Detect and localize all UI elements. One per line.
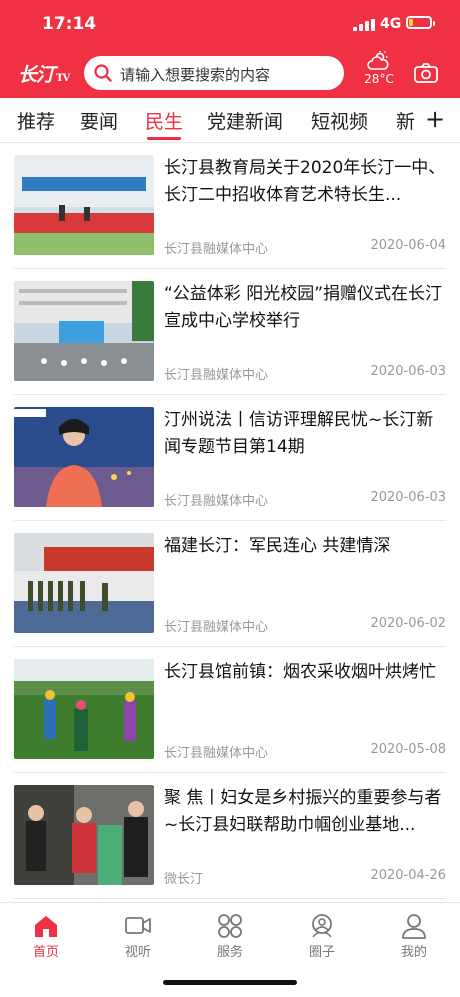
news-feed: 长汀县教育局关于2020年长汀一中、长汀二中招收体育艺术特长生... 长汀县融媒… bbox=[0, 143, 460, 900]
news-title: “公益体彩 阳光校园”捐赠仪式在长汀宣成中心学校举行 bbox=[164, 284, 443, 331]
news-date: 2020-06-03 bbox=[370, 490, 446, 505]
nav-services-label: 服务 bbox=[216, 945, 243, 960]
tab-livelihood[interactable]: 民生 bbox=[145, 107, 183, 134]
news-date: 2020-06-04 bbox=[370, 238, 446, 253]
category-tabs: 推荐 要闻 民生 党建新闻 短视频 新 bbox=[0, 98, 460, 143]
news-source: 长汀县融媒体中心 bbox=[164, 494, 269, 509]
news-source: 长汀县融媒体中心 bbox=[164, 242, 269, 257]
news-thumbnail bbox=[14, 155, 154, 255]
status-bar: 17:14 4G bbox=[0, 0, 460, 50]
nav-video-label: 视听 bbox=[124, 945, 151, 960]
profile-icon bbox=[402, 914, 426, 939]
news-thumbnail bbox=[14, 533, 154, 633]
search-placeholder: 请输入想要搜索的内容 bbox=[120, 66, 271, 84]
camera-icon[interactable] bbox=[414, 63, 438, 83]
news-thumbnail bbox=[14, 407, 154, 507]
nav-profile-label: 我的 bbox=[400, 945, 427, 960]
home-indicator bbox=[163, 980, 297, 985]
news-title: 聚 焦丨妇女是乡村振兴的重要参与者~长汀县妇联帮助巾帼创业基地... bbox=[164, 788, 442, 835]
news-date: 2020-05-08 bbox=[370, 742, 446, 757]
news-item[interactable]: 汀州说法丨信访评理解民忧~长汀新闻专题节目第14期 长汀县融媒体中心 2020-… bbox=[14, 395, 446, 521]
search-icon bbox=[94, 64, 112, 82]
video-icon bbox=[125, 917, 151, 934]
news-source: 长汀县融媒体中心 bbox=[164, 746, 269, 761]
community-icon bbox=[312, 914, 332, 938]
network-label: 4G bbox=[380, 16, 402, 32]
weather-widget[interactable]: 28°C bbox=[361, 51, 397, 86]
news-title: 汀州说法丨信访评理解民忧~长汀新闻专题节目第14期 bbox=[164, 410, 434, 457]
tab-headlines[interactable]: 要闻 bbox=[80, 107, 118, 134]
news-date: 2020-04-26 bbox=[370, 868, 446, 883]
nav-community[interactable]: 圈子 bbox=[287, 913, 357, 960]
app-logo[interactable]: 长汀 TV bbox=[18, 60, 70, 87]
home-icon bbox=[35, 916, 57, 937]
search-bar[interactable]: 请输入想要搜索的内容 bbox=[84, 56, 344, 90]
nav-home-label: 首页 bbox=[32, 945, 59, 960]
nav-video[interactable]: 视听 bbox=[103, 913, 173, 960]
news-date: 2020-06-03 bbox=[370, 364, 446, 379]
news-thumbnail bbox=[14, 281, 154, 381]
news-item[interactable]: 长汀县馆前镇：烟农采收烟叶烘烤忙 长汀县融媒体中心 2020-05-08 bbox=[14, 647, 446, 773]
news-item[interactable]: “公益体彩 阳光校园”捐赠仪式在长汀宣成中心学校举行 长汀县融媒体中心 2020… bbox=[14, 269, 446, 395]
services-icon bbox=[218, 914, 242, 938]
battery-icon bbox=[406, 16, 435, 29]
weather-cloud-icon bbox=[367, 51, 389, 70]
tab-party-news[interactable]: 党建新闻 bbox=[207, 107, 283, 134]
news-thumbnail bbox=[14, 785, 154, 885]
status-time: 17:14 bbox=[42, 14, 97, 34]
news-item[interactable]: 聚 焦丨妇女是乡村振兴的重要参与者~长汀县妇联帮助巾帼创业基地... 微长汀 2… bbox=[14, 773, 446, 899]
news-thumbnail bbox=[14, 659, 154, 759]
news-title: 长汀县馆前镇：烟农采收烟叶烘烤忙 bbox=[164, 662, 436, 682]
add-tab-button[interactable]: + bbox=[425, 103, 445, 135]
news-date: 2020-06-02 bbox=[370, 616, 446, 631]
app-header: 17:14 4G 长汀 TV 请输入想要搜索的内容 28°C bbox=[0, 0, 460, 98]
tab-short-video[interactable]: 短视频 bbox=[311, 107, 368, 134]
nav-services[interactable]: 服务 bbox=[195, 913, 265, 960]
tab-recommend[interactable]: 推荐 bbox=[17, 107, 55, 134]
tab-new[interactable]: 新 bbox=[396, 107, 415, 134]
signal-icon bbox=[353, 19, 375, 31]
news-source: 微长汀 bbox=[164, 872, 204, 887]
news-title: 福建长汀：军民连心 共建情深 bbox=[164, 536, 391, 556]
nav-home[interactable]: 首页 bbox=[11, 913, 81, 960]
news-item[interactable]: 长汀县教育局关于2020年长汀一中、长汀二中招收体育艺术特长生... 长汀县融媒… bbox=[14, 143, 446, 269]
news-source: 长汀县融媒体中心 bbox=[164, 620, 269, 635]
news-source: 长汀县融媒体中心 bbox=[164, 368, 269, 383]
nav-community-label: 圈子 bbox=[308, 945, 335, 960]
active-tab-indicator bbox=[147, 137, 181, 140]
news-title: 长汀县教育局关于2020年长汀一中、长汀二中招收体育艺术特长生... bbox=[164, 158, 446, 205]
nav-profile[interactable]: 我的 bbox=[379, 913, 449, 960]
news-item[interactable]: 福建长汀：军民连心 共建情深 长汀县融媒体中心 2020-06-02 bbox=[14, 521, 446, 647]
weather-temperature: 28°C bbox=[364, 72, 394, 86]
